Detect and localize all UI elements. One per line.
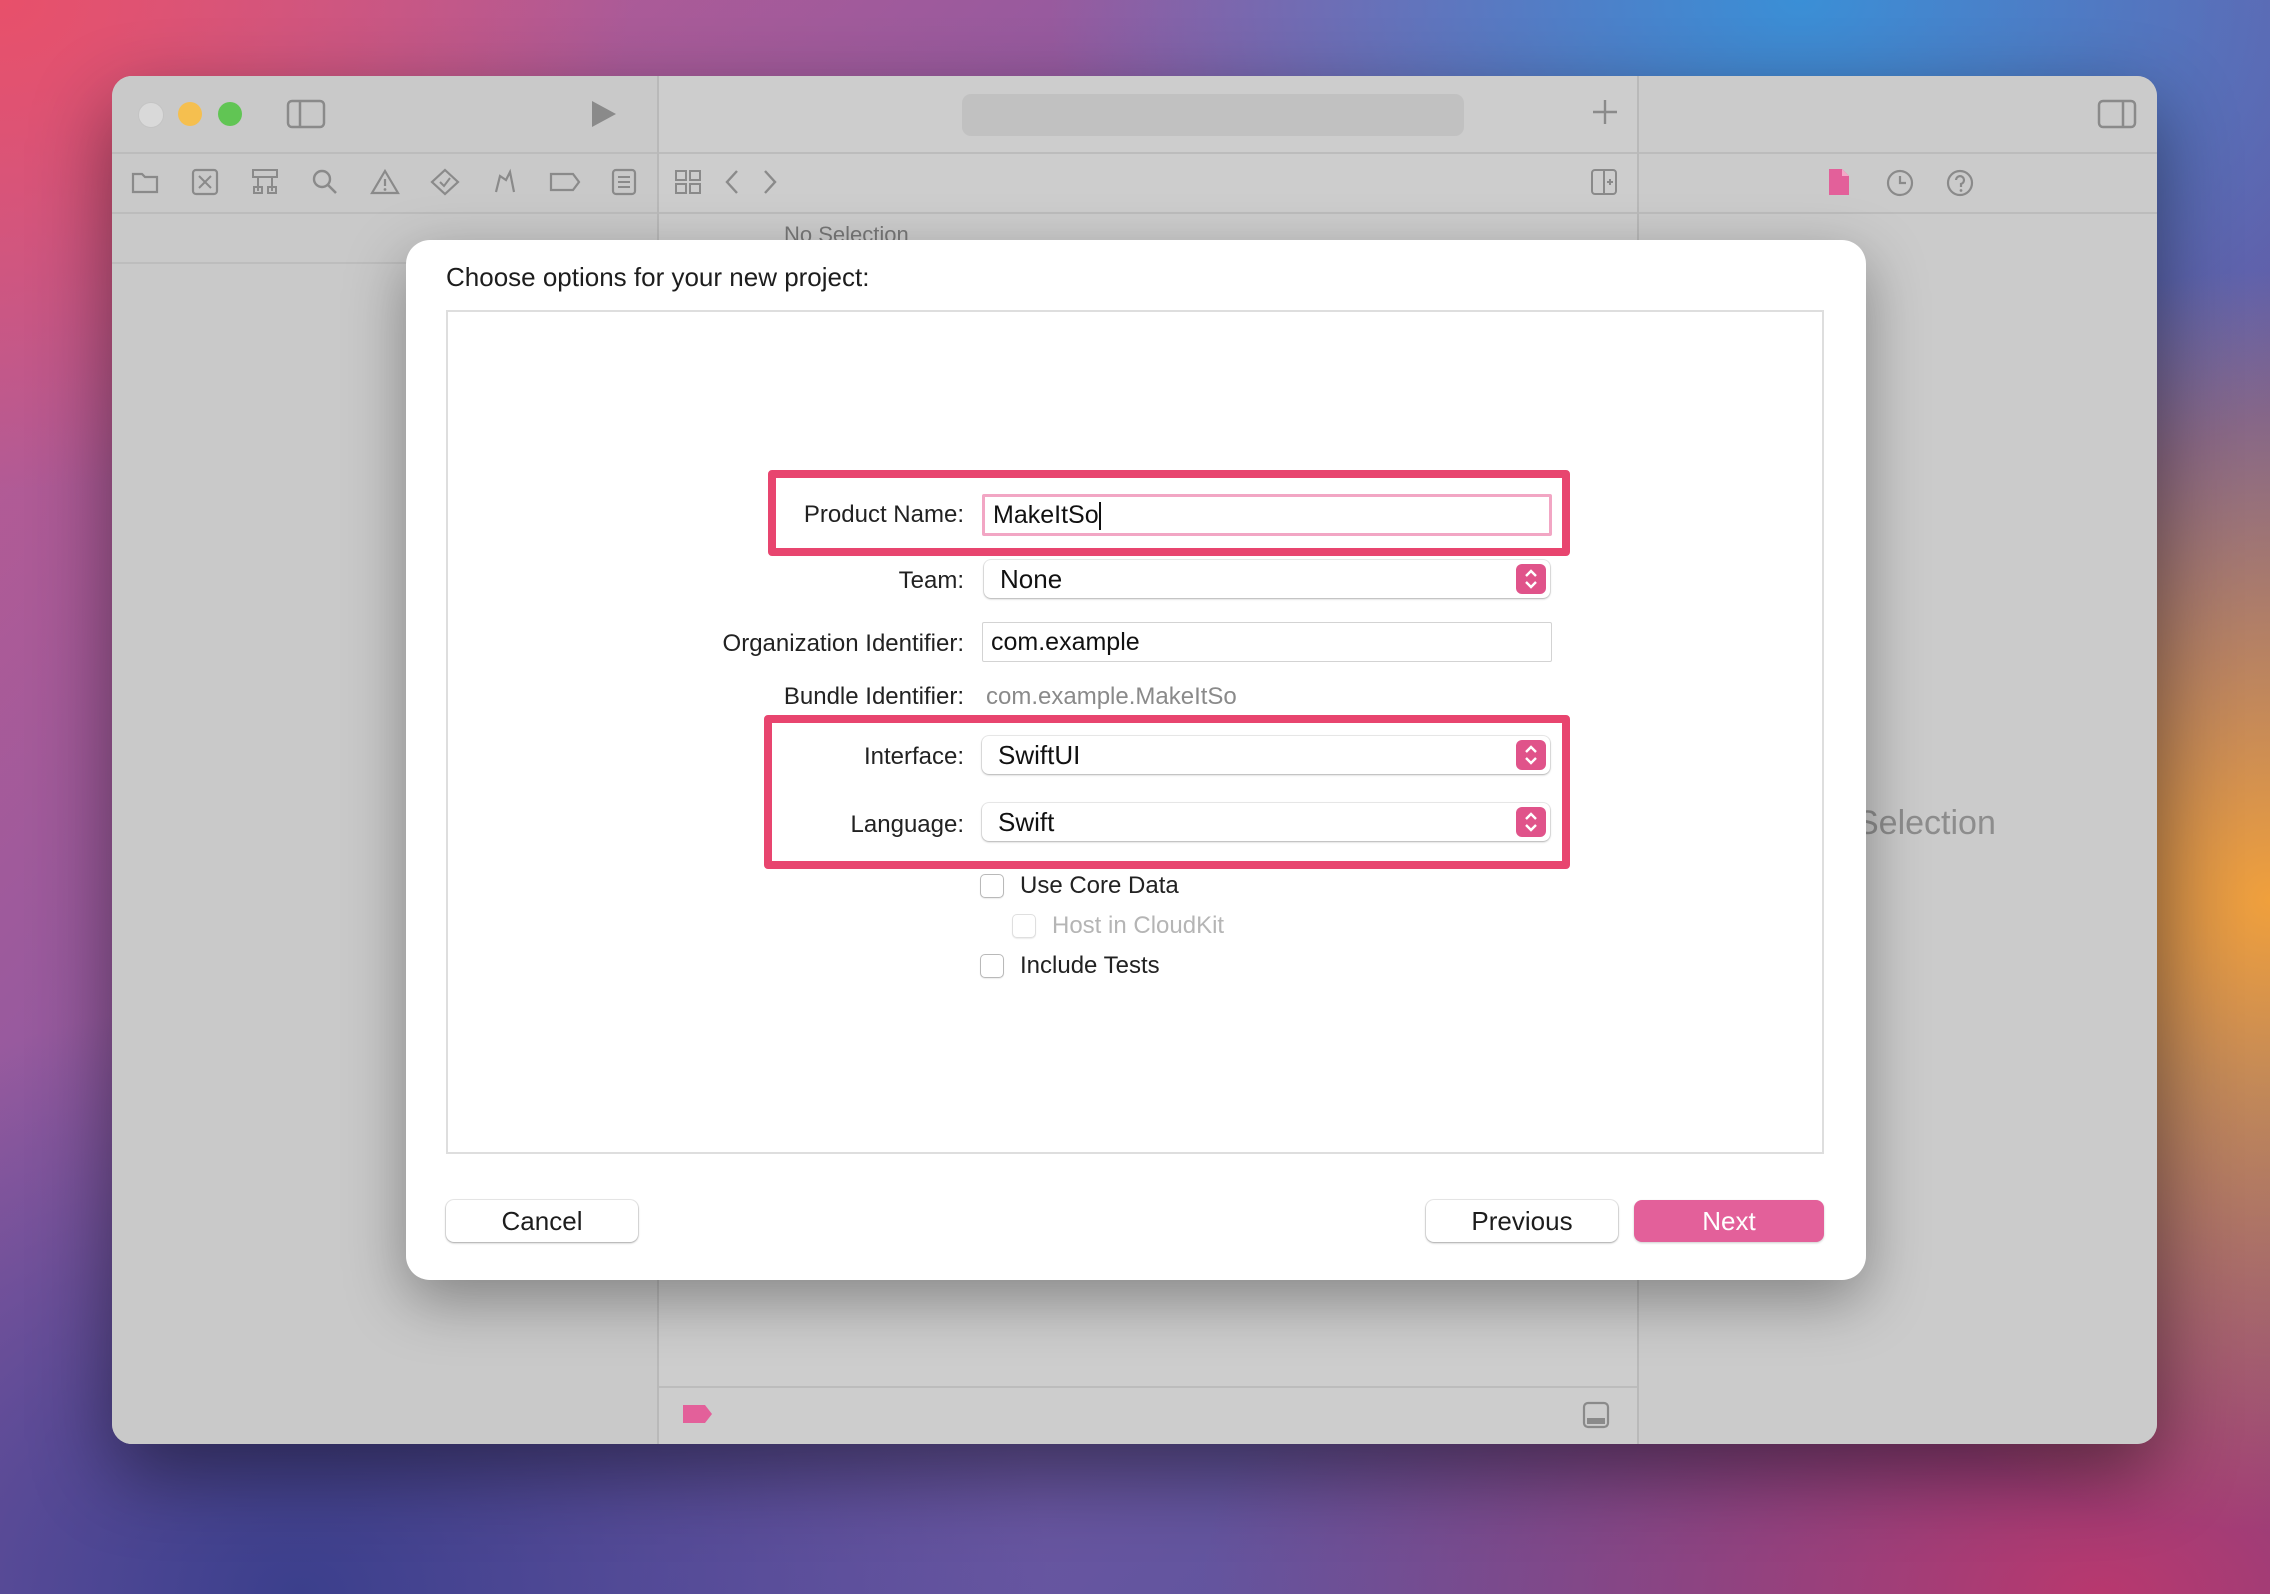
zoom-button[interactable] [218, 102, 242, 126]
source-control-navigator-icon[interactable] [190, 168, 220, 196]
include-tests-checkbox[interactable] [980, 954, 1004, 978]
inspector-toggle-icon[interactable] [2097, 98, 2137, 130]
popup-arrows-icon [1516, 807, 1546, 837]
dialog-title: Choose options for your new project: [446, 262, 870, 292]
debug-navigator-icon[interactable] [490, 168, 520, 196]
new-project-options-dialog: Choose options for your new project: Pro… [406, 240, 1866, 1280]
interface-label: Interface: [863, 743, 964, 770]
inspector-no-selection: Selection [1856, 804, 1996, 842]
inspector-tabbar [1639, 154, 2157, 214]
include-tests-label: Include Tests [1020, 952, 1160, 979]
interface-popup[interactable]: SwiftUI [982, 736, 1550, 774]
organization-identifier-label: Organization Identifier: [722, 630, 964, 657]
breakpoint-toggle-icon[interactable] [681, 1402, 715, 1426]
host-in-cloudkit-label: Host in CloudKit [1052, 912, 1225, 939]
symbol-navigator-icon[interactable] [250, 168, 280, 196]
issue-navigator-icon[interactable] [370, 168, 400, 196]
activity-viewer [962, 94, 1464, 136]
product-name-field[interactable]: MakeItSo [982, 494, 1552, 536]
run-icon[interactable] [588, 98, 618, 130]
language-label: Language: [850, 811, 964, 838]
center-titlebar [659, 76, 1637, 154]
minimize-button[interactable] [178, 102, 202, 126]
report-navigator-icon[interactable] [610, 168, 638, 196]
add-icon[interactable] [1589, 96, 1621, 128]
breakpoint-navigator-icon[interactable] [548, 168, 582, 196]
product-name-value: MakeItSo [993, 501, 1099, 529]
close-button[interactable] [138, 102, 164, 128]
back-chevron-icon[interactable] [721, 168, 745, 196]
text-cursor [1098, 502, 1101, 531]
find-navigator-icon[interactable] [310, 168, 340, 196]
project-navigator-icon[interactable] [130, 168, 160, 196]
split-editor-icon[interactable] [1589, 168, 1619, 196]
language-popup[interactable]: Swift [982, 803, 1550, 841]
test-navigator-icon[interactable] [430, 168, 460, 196]
file-inspector-icon[interactable] [1827, 168, 1851, 196]
left-titlebar [112, 76, 657, 154]
quick-help-icon[interactable] [1945, 168, 1975, 198]
sidebar-toggle-icon[interactable] [286, 98, 326, 130]
team-label: Team: [898, 567, 964, 594]
debug-bar [659, 1386, 1637, 1444]
organization-identifier-value: com.example [991, 628, 1140, 656]
forward-chevron-icon[interactable] [757, 168, 781, 196]
team-value: None [1000, 564, 1063, 594]
host-in-cloudkit-checkbox [1012, 914, 1036, 938]
popup-arrows-icon [1516, 564, 1546, 594]
bundle-identifier-label: Bundle Identifier: [783, 683, 964, 710]
language-value: Swift [998, 807, 1055, 837]
use-core-data-checkbox[interactable] [980, 874, 1004, 898]
bundle-identifier-value: com.example.MakeItSo [986, 683, 1237, 710]
next-button[interactable]: Next [1634, 1200, 1824, 1242]
related-items-icon[interactable] [673, 168, 703, 196]
history-inspector-icon[interactable] [1885, 168, 1915, 198]
popup-arrows-icon [1516, 740, 1546, 770]
debug-area-toggle-icon[interactable] [1581, 1400, 1611, 1430]
use-core-data-label: Use Core Data [1020, 872, 1179, 899]
organization-identifier-field[interactable]: com.example [982, 622, 1552, 662]
editor-tabbar [659, 154, 1637, 214]
cancel-button[interactable]: Cancel [446, 1200, 638, 1242]
previous-button[interactable]: Previous [1426, 1200, 1618, 1242]
right-titlebar [1639, 76, 2157, 154]
interface-value: SwiftUI [998, 740, 1081, 770]
navigator-tabbar [112, 154, 657, 214]
team-popup[interactable]: None [984, 560, 1550, 598]
product-name-label: Product Name: [803, 501, 964, 528]
